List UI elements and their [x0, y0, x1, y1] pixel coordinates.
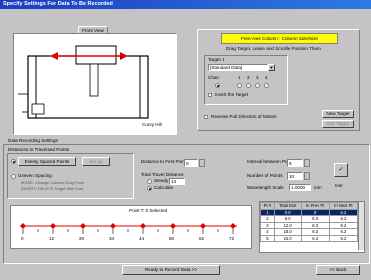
chan-radio-3[interactable] — [255, 83, 260, 88]
spacing-group: Evenly Spaced Points Set up Uneven Spaci… — [7, 153, 134, 199]
steady-input[interactable]: 14 — [169, 178, 185, 185]
chan-option-4: 4 — [265, 75, 268, 80]
steady-radio[interactable] — [147, 179, 152, 184]
target-banner: Free-Axis Column : Column Size/Size — [221, 33, 338, 44]
checkmark-icon[interactable]: ✓ — [334, 163, 348, 177]
chan-radio-0[interactable] — [215, 83, 220, 88]
insert-label: Insr — [335, 183, 343, 188]
chan-radio-1[interactable] — [237, 83, 242, 88]
points-ruler[interactable]: Point T: 0 Selected 0 12 20 34 44 50 62 … — [10, 205, 252, 249]
ruler-tick: 12 — [49, 236, 55, 241]
invert-target-checkbox[interactable] — [208, 93, 212, 97]
ready-to-record-button[interactable]: Ready to Record Data >> — [122, 265, 220, 275]
apparatus-diagram — [18, 45, 149, 119]
target-dropdown[interactable]: [Standard Data] — [208, 64, 268, 71]
reverse-pull-label: Reverse Pull Direction of Motion — [211, 114, 277, 119]
evenly-spaced-radio[interactable] — [11, 159, 16, 164]
calculate-label: Calculate — [154, 185, 174, 190]
ruler-tick: 50 — [169, 236, 175, 241]
chan-option-1: 1 — [238, 75, 241, 80]
target-instruction: Drag Target, Leave and Scrollle Position… — [226, 46, 321, 51]
num-points-spinner[interactable] — [304, 172, 310, 180]
chan-option-2: 2 — [247, 75, 250, 80]
distance-first-input[interactable]: 0 — [184, 159, 198, 167]
uneven-spacing-label: Uneven Spacing — [18, 173, 52, 178]
recording-group-label: Data Recording Settings — [8, 138, 58, 143]
chan-radio-4[interactable] — [264, 83, 269, 88]
window-title: Specify Settings For Data To Be Recorded — [3, 1, 113, 7]
total-travel-label: Total Travel Distance — [141, 172, 184, 177]
chan-option-3: 3 — [256, 75, 259, 80]
table-cell: 24.0 — [273, 234, 302, 242]
interval-input[interactable]: 6 — [287, 159, 303, 167]
carriage-marker: F — [120, 55, 123, 60]
target-dropdown-value: [Standard Data] — [210, 65, 243, 70]
distance-first-spinner[interactable] — [199, 159, 205, 167]
chevron-down-icon[interactable]: ▼ — [268, 64, 275, 71]
uneven-note-1: MORE: Change Column Drag Point — [21, 180, 85, 185]
back-button[interactable]: << Back — [316, 265, 360, 275]
num-points-label: Number of Points — [247, 173, 283, 178]
calculate-radio[interactable] — [147, 186, 152, 191]
points-table-wrapper: Pt # Total Dist In Prev Pt In Next Pt 1 … — [259, 201, 365, 253]
ruler-tick: 34 — [109, 236, 115, 241]
distance-first-label: Distance to First Point — [141, 159, 186, 164]
delete-target-button[interactable]: Del. Target — [322, 120, 354, 128]
table-cell: 6.3 — [300, 234, 330, 242]
target-panel: Free-Axis Column : Column Size/Size Drag… — [197, 29, 360, 131]
ruler-tick: 20 — [79, 236, 85, 241]
uneven-spacing-radio[interactable] — [11, 174, 16, 179]
target-group: Target 1 [Standard Data] ▼ Chan 1 2 3 4 … — [204, 55, 288, 105]
wavelength-unit: mm — [314, 185, 322, 190]
top-view-canvas: F Curvy Hill — [13, 33, 177, 135]
ruler-tick: 72 — [229, 236, 235, 241]
table-row[interactable]: 5 24.0 6.3 6.2 — [260, 234, 359, 242]
wavelength-input[interactable]: 1.0000 — [289, 184, 311, 191]
points-table: Pt # Total Dist In Prev Pt In Next Pt 1 … — [260, 202, 359, 242]
wavelength-label: Wavelength Scale — [247, 185, 284, 190]
table-cell: 6.2 — [328, 234, 359, 242]
chan-radio-2[interactable] — [246, 83, 251, 88]
setup-button[interactable]: Set up — [82, 157, 110, 166]
ruler-tick: 44 — [139, 236, 145, 241]
curvy-hill-label: Curvy Hill — [142, 122, 162, 127]
table-cell: 5 — [260, 234, 275, 242]
uneven-note-2: INSERT/ DELETE Target Dist Cont — [21, 186, 84, 191]
invert-target-label: Invert the Target — [215, 92, 249, 97]
ruler-tick: 0 — [21, 236, 24, 241]
steady-label: Steady — [154, 178, 169, 183]
recording-group: Distances to Traversed Points Evenly Spa… — [3, 144, 370, 264]
target-group-label: Target 1 — [208, 57, 225, 62]
new-target-button[interactable]: New Target — [322, 110, 354, 118]
num-points-input[interactable]: 10 — [287, 172, 303, 180]
evenly-spaced-button[interactable]: Evenly Spaced Points — [18, 157, 76, 166]
ruler-track — [20, 223, 237, 234]
spacing-group-label: Distances to Traversed Points — [8, 147, 70, 152]
table-scrollbar[interactable] — [358, 202, 364, 250]
window-title-bar: Specify Settings For Data To Be Recorded — [0, 0, 371, 9]
ruler-tick: 62 — [199, 236, 205, 241]
chan-label: Chan — [208, 75, 219, 80]
reverse-pull-checkbox[interactable] — [204, 115, 208, 119]
interval-spinner[interactable] — [304, 159, 310, 167]
